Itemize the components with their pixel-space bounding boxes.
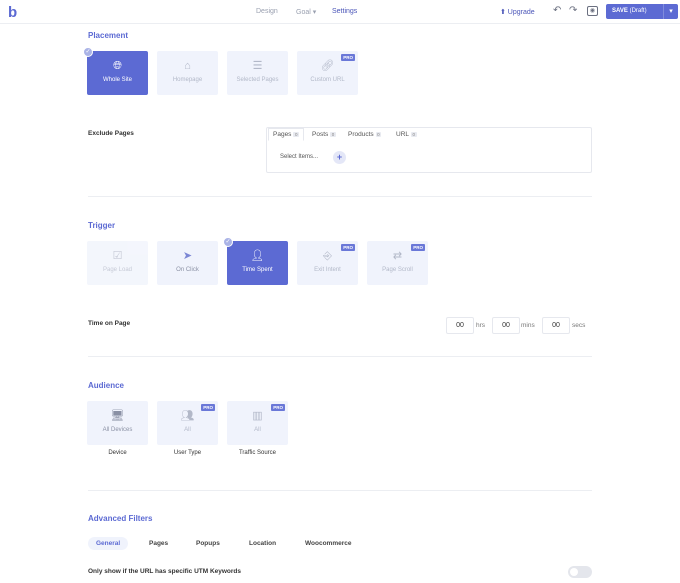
audience-card-device[interactable]: 🖥︎ All Devices: [87, 401, 148, 445]
count-badge: 0: [330, 132, 336, 137]
tab-general[interactable]: General: [88, 537, 129, 550]
tab-location[interactable]: Location: [249, 540, 276, 547]
card-label: Custom URL: [310, 77, 345, 83]
undo-icon[interactable]: ↶: [553, 5, 561, 16]
redo-icon[interactable]: ↷: [569, 5, 577, 16]
placement-title: Placement: [88, 31, 129, 40]
home-icon: ⌂: [184, 60, 191, 72]
tab-pages[interactable]: Pages 0: [268, 128, 304, 141]
logo: b: [8, 4, 18, 21]
minutes-input[interactable]: 00: [492, 317, 520, 334]
divider: [88, 196, 592, 197]
top-bar: b Design Goal ▾ Settings ⬆ Upgrade ↶ ↷ ◉…: [0, 0, 680, 24]
save-label: SAVE: [612, 8, 628, 14]
select-items-placeholder[interactable]: Select Items...: [280, 154, 318, 160]
tab-pages-filter[interactable]: Pages: [149, 540, 168, 547]
tab-url[interactable]: URL 0: [396, 131, 417, 138]
tab-label: Posts: [312, 131, 329, 138]
tab-posts[interactable]: Posts 0: [312, 131, 336, 138]
user-type-caption: User Type: [173, 450, 202, 456]
seconds-unit: secs: [572, 322, 586, 329]
card-label: Homepage: [172, 77, 203, 83]
trigger-card-on-click[interactable]: ➤ On Click: [157, 241, 218, 285]
tab-woocommerce[interactable]: Woocommerce: [305, 540, 351, 547]
checkbox-icon: ☑: [112, 250, 123, 262]
card-label: All Devices: [102, 427, 133, 433]
card-label: Whole Site: [102, 77, 132, 83]
check-icon: ✓: [223, 237, 233, 247]
check-icon: ✓: [83, 47, 93, 57]
placement-card-selected-pages[interactable]: ☰ Selected Pages: [227, 51, 288, 95]
hours-unit: hrs: [476, 322, 486, 329]
tab-design[interactable]: Design: [256, 8, 278, 15]
arrows-icon: ⇄: [392, 250, 403, 262]
placement-card-homepage[interactable]: ⌂ Homepage: [157, 51, 218, 95]
trigger-card-page-load[interactable]: ☑ Page Load: [87, 241, 148, 285]
card-label: All: [254, 427, 261, 433]
card-label: On Click: [176, 267, 199, 273]
audience-card-user-type[interactable]: PRO 👥︎ All: [157, 401, 218, 445]
monitor-icon: 🖥︎: [110, 410, 125, 422]
exclude-pages-label: Exclude Pages: [88, 130, 134, 137]
toggle-knob: [570, 568, 578, 576]
save-state: (Draft): [629, 8, 647, 14]
trigger-title: Trigger: [88, 221, 116, 230]
tab-label: URL: [396, 131, 410, 138]
tab-popups[interactable]: Popups: [196, 540, 220, 547]
upgrade-link[interactable]: ⬆ Upgrade: [500, 8, 535, 16]
save-button[interactable]: SAVE (Draft) ▾: [606, 4, 678, 19]
card-label: All: [184, 427, 191, 433]
chevron-down-icon[interactable]: ▾: [663, 4, 678, 19]
card-label: Page Scroll: [382, 267, 413, 273]
cursor-icon: ➤: [182, 250, 193, 262]
tab-settings[interactable]: Settings: [332, 8, 357, 15]
advanced-filters-title: Advanced Filters: [88, 514, 153, 523]
card-label: Time Spent: [242, 267, 273, 273]
card-label: Selected Pages: [236, 77, 279, 83]
divider: [88, 356, 592, 357]
minutes-unit: mins: [521, 322, 535, 329]
time-on-page-label: Time on Page: [88, 320, 131, 327]
tab-products[interactable]: Products 0: [348, 131, 382, 138]
add-icon[interactable]: +: [333, 151, 346, 164]
tab-label: Pages: [273, 131, 292, 138]
divider: [88, 490, 592, 491]
users-icon: 👥︎: [180, 410, 195, 422]
count-badge: 0: [411, 132, 417, 137]
preview-icon[interactable]: ◉: [587, 6, 598, 16]
trigger-card-page-scroll[interactable]: PRO ⇄ Page Scroll: [367, 241, 428, 285]
audience-title: Audience: [88, 381, 125, 390]
card-label: Page Load: [102, 267, 133, 273]
card-label: Exit Intent: [314, 267, 341, 273]
seconds-input[interactable]: 00: [542, 317, 570, 334]
tab-goal[interactable]: Goal ▾: [296, 8, 316, 16]
device-caption: Device: [108, 450, 127, 456]
door-icon: ⎆: [323, 250, 332, 262]
globe-icon: 🌐︎: [113, 60, 122, 72]
trigger-card-exit-intent[interactable]: PRO ⎆ Exit Intent: [297, 241, 358, 285]
hours-input[interactable]: 00: [446, 317, 474, 334]
trigger-card-time-spent[interactable]: ✓ 👤︎ Time Spent: [223, 237, 288, 285]
placement-card-whole-site[interactable]: ✓ 🌐︎ Whole Site: [83, 47, 148, 95]
placement-card-custom-url[interactable]: PRO 🔗︎ Custom URL: [297, 51, 358, 95]
user-clock-icon: 👤︎: [250, 250, 265, 262]
list-icon: ☰: [252, 60, 263, 72]
chart-icon: ▥: [252, 410, 263, 422]
utm-toggle[interactable]: [568, 566, 592, 578]
audience-card-traffic-source[interactable]: PRO ▥ All: [227, 401, 288, 445]
count-badge: 0: [375, 132, 382, 137]
traffic-source-caption: Traffic Source: [238, 450, 276, 456]
link-icon: 🔗︎: [320, 60, 335, 72]
tab-label: Products: [348, 131, 374, 138]
utm-keywords-label: Only show if the URL has specific UTM Ke…: [88, 568, 242, 575]
count-badge: 0: [293, 132, 299, 137]
